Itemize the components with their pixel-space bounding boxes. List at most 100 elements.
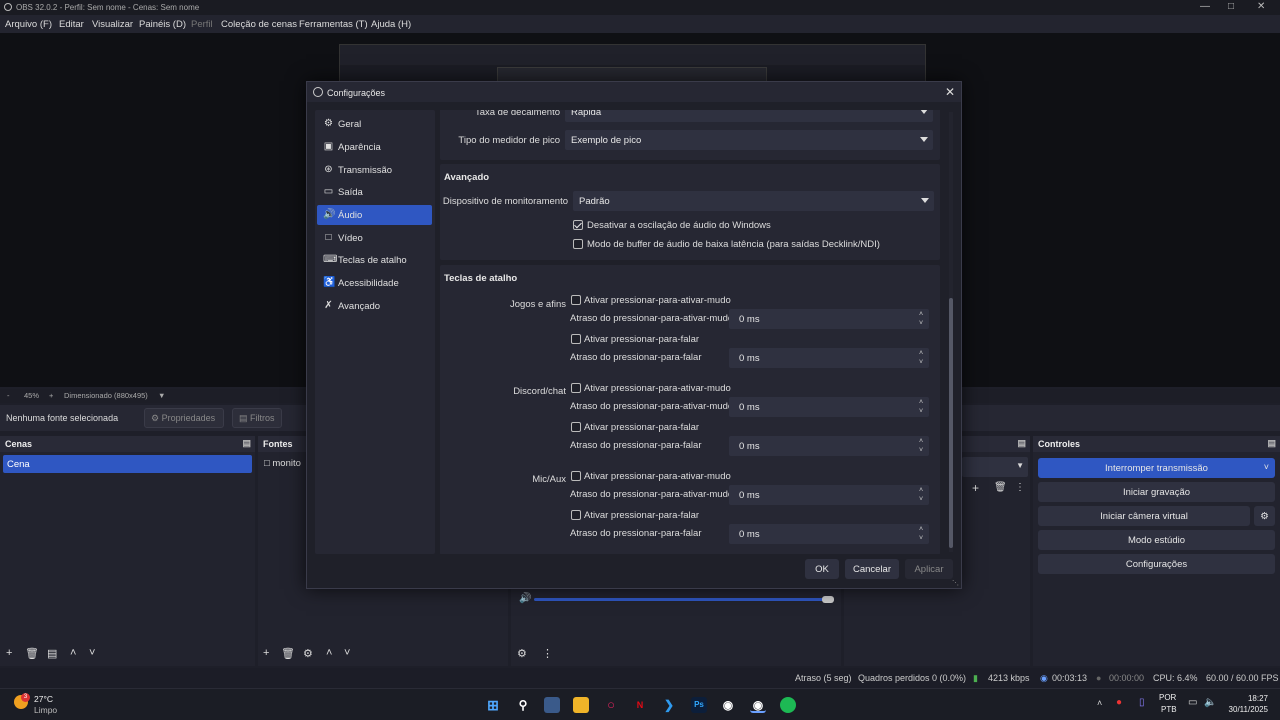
menu-arquivo[interactable]: Arquivo (F) — [5, 19, 52, 30]
menu-ferramentas[interactable]: Ferramentas (T) — [299, 19, 368, 30]
source-up-icon[interactable]: ˄ — [326, 647, 332, 659]
sidebar-item-geral[interactable]: ⚙ Geral — [317, 114, 432, 134]
transition-select[interactable]: ▼ — [962, 457, 1028, 477]
decay-select[interactable]: Rápida — [565, 110, 933, 122]
ptt-checkbox[interactable] — [571, 510, 581, 520]
zoom-out-button[interactable]: - — [7, 391, 10, 400]
menu-colecao[interactable]: Coleção de cenas — [221, 19, 297, 30]
add-source-icon[interactable]: + — [263, 647, 269, 659]
move-up-icon[interactable]: ˄ — [70, 647, 76, 659]
cancel-button[interactable]: Cancelar — [845, 559, 899, 579]
opera-icon[interactable]: ○ — [603, 697, 619, 713]
spin-down-icon[interactable]: ˅ — [916, 446, 926, 455]
ptt-delay-spinbox[interactable]: 0 ms ˄ ˅ — [729, 524, 929, 544]
add-scene-icon[interactable]: + — [6, 647, 12, 659]
close-window-icon[interactable]: ✕ — [1257, 1, 1265, 12]
move-down-icon[interactable]: ˅ — [89, 647, 95, 659]
menu-paineis[interactable]: Painéis (D) — [139, 19, 186, 30]
speaker-icon[interactable]: 🔊 — [519, 593, 531, 604]
ptm-checkbox[interactable] — [571, 295, 581, 305]
scene-filters-icon[interactable]: ▤ — [47, 647, 57, 660]
sidebar-item-transmissao[interactable]: ⊛ Transmissão — [317, 160, 432, 180]
photoshop-icon[interactable]: Ps — [691, 697, 707, 713]
task-view-icon[interactable] — [544, 697, 560, 713]
remove-scene-icon[interactable]: 🗑 — [25, 647, 39, 660]
volume-slider[interactable] — [534, 598, 834, 601]
scene-item[interactable]: Cena — [3, 455, 252, 473]
input-language[interactable]: POR — [1159, 693, 1176, 702]
sidebar-item-saida[interactable]: ▭ Saída — [317, 182, 432, 202]
spin-down-icon[interactable]: ˅ — [916, 534, 926, 543]
spin-up-icon[interactable]: ˄ — [916, 349, 926, 358]
dock-menu-icon[interactable]: ▤ — [1017, 438, 1026, 449]
settings-button[interactable]: Configurações — [1038, 554, 1275, 574]
menu-perfil[interactable]: Perfil — [191, 19, 213, 30]
menu-ajuda[interactable]: Ajuda (H) — [371, 19, 411, 30]
file-explorer-icon[interactable] — [573, 697, 589, 713]
virtual-camera-settings-icon[interactable]: ⚙ — [1254, 506, 1275, 526]
mixer-settings-icon[interactable]: ⚙ — [517, 647, 527, 660]
low-latency-checkbox[interactable] — [573, 239, 583, 249]
ptt-delay-spinbox[interactable]: 0 ms ˄ ˅ — [729, 436, 929, 456]
menu-editar[interactable]: Editar — [59, 19, 84, 30]
spin-up-icon[interactable]: ˄ — [916, 437, 926, 446]
obs-active-icon[interactable]: ◉ — [750, 697, 766, 713]
ptm-delay-spinbox[interactable]: 0 ms ˄ ˅ — [729, 309, 929, 329]
clock-date[interactable]: 30/11/2025 — [1220, 705, 1268, 714]
source-down-icon[interactable]: ˅ — [344, 647, 350, 659]
apply-button[interactable]: Aplicar — [905, 559, 953, 579]
spin-down-icon[interactable]: ˅ — [916, 358, 926, 367]
dock-menu-icon[interactable]: ▤ — [242, 438, 251, 449]
network-icon[interactable]: ▭ — [1188, 697, 1197, 708]
close-icon[interactable]: ✕ — [945, 85, 955, 99]
spin-up-icon[interactable]: ˄ — [916, 525, 926, 534]
spin-up-icon[interactable]: ˄ — [916, 310, 926, 319]
sidebar-item-avancado[interactable]: ✗ Avançado — [317, 296, 432, 316]
spotify-icon[interactable] — [780, 697, 796, 713]
zoom-in-button[interactable]: + — [49, 391, 53, 400]
studio-mode-button[interactable]: Modo estúdio — [1038, 530, 1275, 550]
remove-source-icon[interactable]: 🗑 — [281, 647, 295, 660]
sidebar-item-video[interactable]: □ Vídeo — [317, 228, 432, 248]
netflix-icon[interactable]: N — [632, 697, 648, 713]
virtual-camera-button[interactable]: Iniciar câmera virtual — [1038, 506, 1250, 526]
keyboard-layout[interactable]: PTB — [1161, 705, 1177, 714]
spin-up-icon[interactable]: ˄ — [916, 486, 926, 495]
ptm-checkbox[interactable] — [571, 471, 581, 481]
properties-button[interactable]: ⚙ Propriedades — [144, 408, 224, 428]
ptt-checkbox[interactable] — [571, 334, 581, 344]
tray-chevron-icon[interactable]: ˄ — [1097, 698, 1102, 708]
transition-menu-icon[interactable]: ⋮ — [1015, 482, 1025, 493]
ptm-checkbox[interactable] — [571, 383, 581, 393]
mixer-menu-icon[interactable]: ⋮ — [542, 647, 553, 660]
search-icon[interactable]: ⚲ — [515, 697, 531, 713]
ptt-checkbox[interactable] — [571, 422, 581, 432]
obs-taskbar-icon[interactable]: ◉ — [720, 697, 736, 713]
ok-button[interactable]: OK — [805, 559, 839, 579]
clock-time[interactable]: 18:27 — [1220, 694, 1268, 703]
vscode-icon[interactable]: ❯ — [661, 697, 677, 713]
tray-mic-icon[interactable]: ▯ — [1139, 697, 1145, 708]
minimize-icon[interactable]: — — [1200, 1, 1210, 12]
tray-app-icon[interactable]: ● — [1116, 697, 1122, 708]
volume-icon[interactable]: 🔈 — [1204, 697, 1216, 708]
volume-handle[interactable] — [822, 596, 834, 603]
sidebar-item-aparencia[interactable]: ▣ Aparência — [317, 137, 432, 157]
ptt-delay-spinbox[interactable]: 0 ms ˄ ˅ — [729, 348, 929, 368]
menu-visualizar[interactable]: Visualizar — [92, 19, 133, 30]
ptm-delay-spinbox[interactable]: 0 ms ˄ ˅ — [729, 397, 929, 417]
sidebar-item-teclas[interactable]: ⌨ Teclas de atalho — [317, 250, 432, 270]
dock-menu-icon[interactable]: ▤ — [1267, 438, 1276, 449]
scrollbar-thumb[interactable] — [949, 298, 953, 548]
start-icon[interactable]: ⊞ — [485, 697, 501, 713]
monitor-device-select[interactable]: Padrão — [573, 191, 934, 211]
remove-transition-icon[interactable]: 🗑 — [994, 482, 1007, 493]
start-recording-button[interactable]: Iniciar gravação — [1038, 482, 1275, 502]
chevron-down-icon[interactable]: ▼ — [158, 391, 165, 400]
source-item[interactable]: □ monito — [264, 458, 301, 469]
ptm-delay-spinbox[interactable]: 0 ms ˄ ˅ — [729, 485, 929, 505]
resize-grip-icon[interactable]: ⋱ — [952, 579, 959, 587]
spin-down-icon[interactable]: ˅ — [916, 495, 926, 504]
add-transition-icon[interactable]: + — [972, 481, 979, 495]
filters-button[interactable]: ▤ Filtros — [232, 408, 282, 428]
